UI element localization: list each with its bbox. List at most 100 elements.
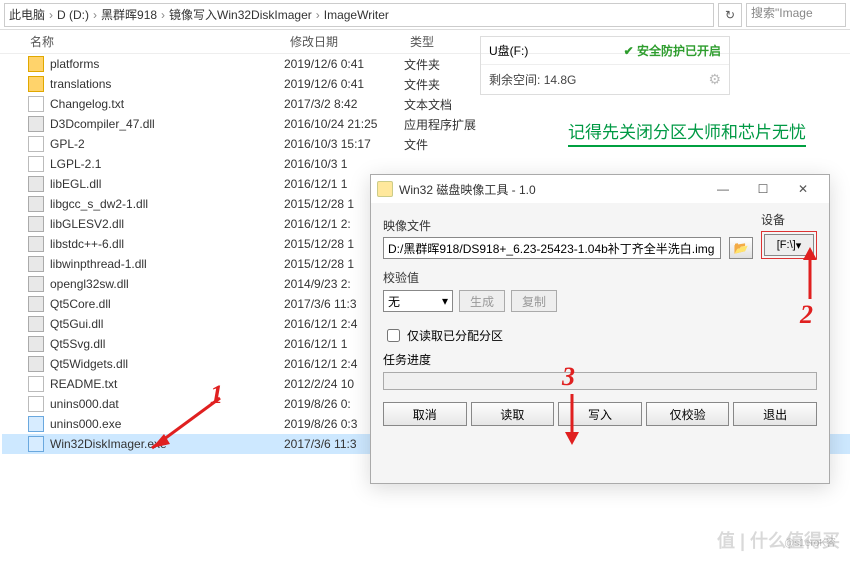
search-input[interactable]: 搜索"Image [746,3,846,27]
verify-button[interactable]: 仅校验 [646,402,730,426]
write-button[interactable]: 写入 [558,402,642,426]
marker-3: 3 [562,362,575,392]
minimize-button[interactable]: — [703,177,743,201]
crumb[interactable]: D (D:) [57,8,89,22]
txt-icon [28,396,44,412]
hash-copy-button[interactable]: 复制 [511,290,557,312]
file-name: Changelog.txt [50,97,284,111]
progress-bar [383,372,817,390]
file-type: 文件夹 [404,76,484,93]
dll-icon [28,256,44,272]
annotation-text: 记得先关闭分区大师和芯片无忧 [568,118,806,147]
dll-icon [28,236,44,252]
txt-icon [28,136,44,152]
browse-button[interactable]: 📂 [729,237,753,259]
file-date: 2017/3/2 8:42 [284,97,404,111]
hash-generate-button[interactable]: 生成 [459,290,505,312]
file-type: 文件夹 [404,56,484,73]
file-name: README.txt [50,377,284,391]
dll-icon [28,316,44,332]
free-value: 14.8G [544,73,577,87]
file-name: D3Dcompiler_47.dll [50,117,284,131]
dll-icon [28,336,44,352]
file-name: unins000.exe [50,417,284,431]
app-icon [377,181,393,197]
image-file-label: 映像文件 [383,217,721,234]
device-label: 设备 [761,211,817,228]
disk-imager-dialog: Win32 磁盘映像工具 - 1.0 — ☐ ✕ 映像文件 📂 设备 [F:\]… [370,174,830,484]
crumb[interactable]: 此电脑 [9,6,45,23]
chevron-down-icon: ▾ [442,294,448,308]
hash-mode-select[interactable]: 无▾ [383,290,453,312]
file-name: GPL-2 [50,137,284,151]
chevron-right-icon: › [161,8,165,22]
maximize-button[interactable]: ☐ [743,177,783,201]
file-date: 2016/10/24 21:25 [284,117,404,131]
file-name: Qt5Widgets.dll [50,357,284,371]
file-name: LGPL-2.1 [50,157,284,171]
chevron-right-icon: › [49,8,53,22]
dll-icon [28,356,44,372]
file-name: opengl32sw.dll [50,277,284,291]
file-name: unins000.dat [50,397,284,411]
file-name: translations [50,77,284,91]
read-alloc-only-label: 仅读取已分配分区 [407,327,503,344]
drive-label: U盘(F:) [489,42,528,59]
chevron-right-icon: › [93,8,97,22]
crumb[interactable]: 镜像写入Win32DiskImager [169,6,312,23]
dll-icon [28,216,44,232]
refresh-button[interactable]: ↻ [718,3,742,27]
cancel-button[interactable]: 取消 [383,402,467,426]
txt-icon [28,96,44,112]
exit-button[interactable]: 退出 [733,402,817,426]
exe-icon [28,416,44,432]
file-name: libwinpthread-1.dll [50,257,284,271]
close-button[interactable]: ✕ [783,177,823,201]
shield-icon: ✔ [624,44,634,58]
file-name: libEGL.dll [50,177,284,191]
read-button[interactable]: 读取 [471,402,555,426]
dll-icon [28,196,44,212]
exe-icon [28,436,44,452]
file-date: 2016/10/3 15:17 [284,137,404,151]
crumb[interactable]: 黑群晖918 [101,6,157,23]
file-name: libgcc_s_dw2-1.dll [50,197,284,211]
file-row[interactable]: LGPL-2.12016/10/3 1 [2,154,850,174]
folder-icon [28,56,44,72]
col-name[interactable]: 名称 [30,33,290,50]
txt-icon [28,376,44,392]
file-name: libstdc++-6.dll [50,237,284,251]
read-alloc-only-checkbox[interactable] [387,329,400,342]
col-date[interactable]: 修改日期 [290,33,410,50]
col-type[interactable]: 类型 [410,33,490,50]
file-name: platforms [50,57,284,71]
file-name: Qt5Svg.dll [50,337,284,351]
file-name: Qt5Core.dll [50,297,284,311]
breadcrumb-bar: 此电脑 › D (D:) › 黑群晖918 › 镜像写入Win32DiskImager… [0,0,850,30]
file-row[interactable]: Changelog.txt2017/3/2 8:42文本文档 [2,94,850,114]
image-path-input[interactable] [383,237,721,259]
file-type: 应用程序扩展 [404,116,484,133]
hash-label: 校验值 [383,269,817,286]
dialog-titlebar[interactable]: Win32 磁盘映像工具 - 1.0 — ☐ ✕ [371,175,829,203]
dll-icon [28,176,44,192]
file-date: 2019/12/6 0:41 [284,57,404,71]
chevron-right-icon: › [316,8,320,22]
breadcrumb[interactable]: 此电脑 › D (D:) › 黑群晖918 › 镜像写入Win32DiskImager… [4,3,714,27]
crumb[interactable]: ImageWriter [324,8,389,22]
file-type: 文件 [404,136,484,153]
dll-icon [28,276,44,292]
txt-icon [28,156,44,172]
shield-status: ✔ 安全防护已开启 [624,42,721,59]
gear-icon[interactable]: ⚙ [708,71,721,88]
progress-label: 任务进度 [383,351,817,368]
drive-info-panel: U盘(F:) ✔ 安全防护已开启 剩余空间: 14.8G ⚙ [480,36,730,95]
folder-icon [28,76,44,92]
marker-2: 2 [800,300,813,330]
dll-icon [28,116,44,132]
marker-1: 1 [210,380,223,410]
folder-open-icon: 📂 [734,241,749,255]
file-date: 2016/10/3 1 [284,157,404,171]
device-select[interactable]: [F:\] ▾ [764,234,814,256]
device-highlight: [F:\] ▾ [761,231,817,259]
